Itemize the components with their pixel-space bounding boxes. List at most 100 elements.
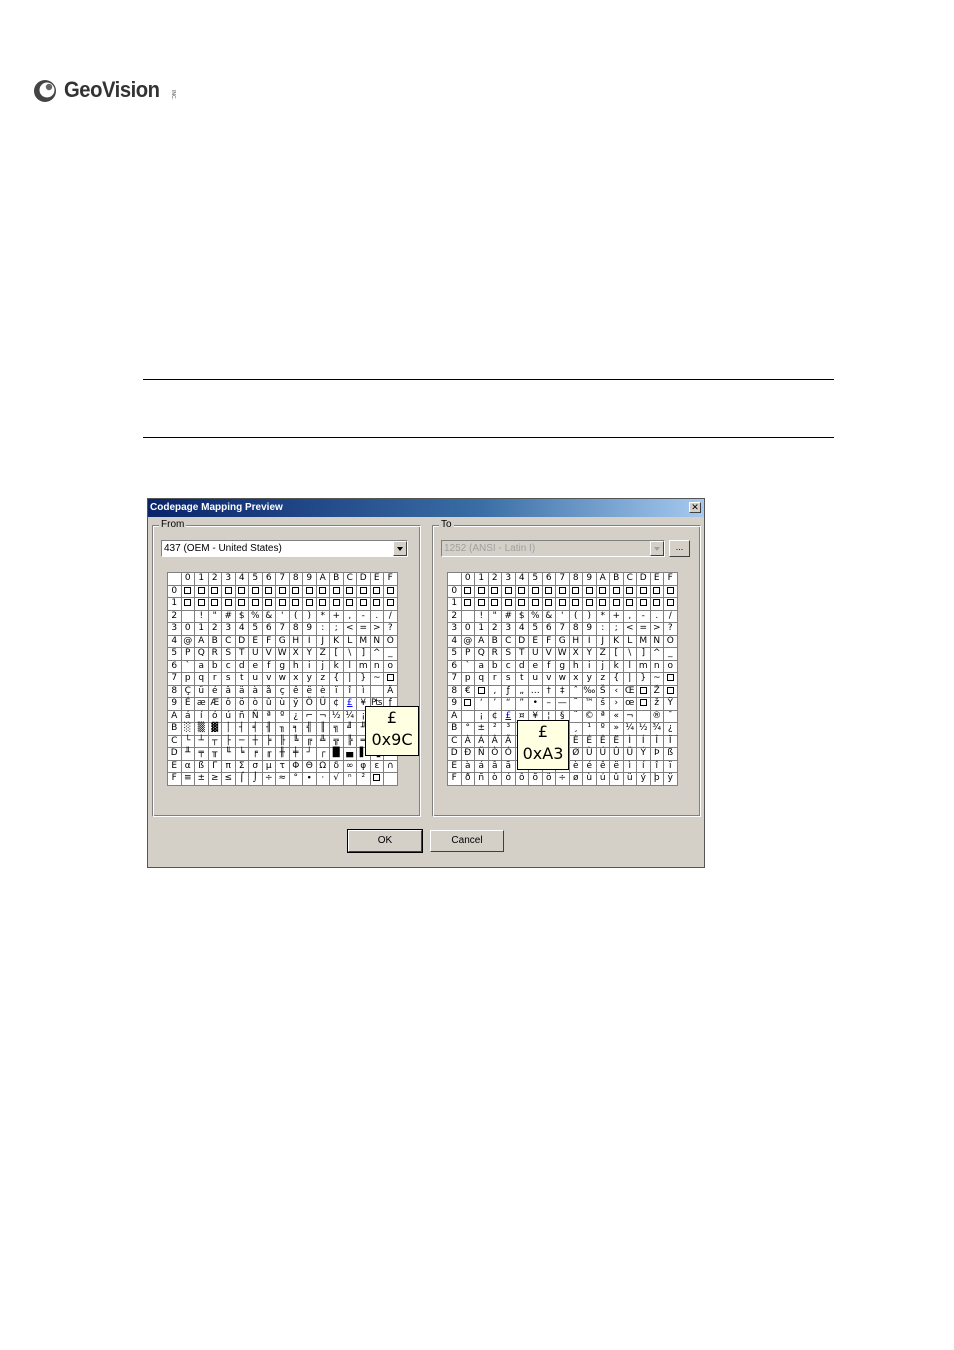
to-char-cell[interactable]: Ñ	[474, 747, 489, 761]
from-char-cell[interactable]: ±	[194, 772, 209, 786]
from-char-cell[interactable]	[342, 597, 357, 611]
from-char-cell[interactable]: [	[329, 647, 344, 661]
from-char-cell[interactable]: 5	[248, 622, 263, 636]
from-char-cell[interactable]: R	[207, 647, 222, 661]
to-char-cell[interactable]: Û	[609, 747, 624, 761]
from-char-cell[interactable]: X	[288, 647, 303, 661]
from-char-cell[interactable]: â	[221, 684, 236, 698]
to-char-cell[interactable]: Y	[582, 647, 597, 661]
to-char-cell[interactable]: ˆ	[568, 684, 583, 698]
to-char-cell[interactable]: Ú	[595, 747, 610, 761]
from-char-cell[interactable]: ┼	[248, 734, 263, 748]
from-char-cell[interactable]: ╕	[288, 722, 303, 736]
from-char-cell[interactable]: .	[369, 609, 384, 623]
to-char-cell[interactable]	[541, 584, 556, 598]
to-char-cell[interactable]: Ê	[595, 734, 610, 748]
from-char-cell[interactable]	[221, 597, 236, 611]
from-char-cell[interactable]: ä	[234, 684, 249, 698]
to-char-cell[interactable]: #	[501, 609, 516, 623]
from-char-cell[interactable]: á	[180, 709, 195, 723]
to-char-cell[interactable]: .	[649, 609, 664, 623]
from-char-cell[interactable]: /	[383, 609, 398, 623]
from-char-cell[interactable]	[342, 584, 357, 598]
from-char-cell[interactable]: ╦	[329, 734, 344, 748]
to-char-cell[interactable]	[663, 684, 678, 698]
from-char-cell[interactable]	[288, 597, 303, 611]
from-char-cell[interactable]: ⌡	[248, 772, 263, 786]
from-char-cell[interactable]: î	[342, 684, 357, 698]
to-char-cell[interactable]: %	[528, 609, 543, 623]
from-char-cell[interactable]: $	[234, 609, 249, 623]
to-char-cell[interactable]: ¡	[474, 709, 489, 723]
from-char-cell[interactable]: =	[356, 622, 371, 636]
to-char-cell[interactable]: x	[568, 672, 583, 686]
from-char-cell[interactable]: ╗	[329, 722, 344, 736]
to-char-cell[interactable]: “	[501, 697, 516, 711]
to-char-cell[interactable]: €	[460, 684, 475, 698]
to-char-cell[interactable]	[501, 584, 516, 598]
to-char-cell[interactable]: /	[663, 609, 678, 623]
to-char-cell[interactable]: >	[649, 622, 664, 636]
from-char-cell[interactable]: φ	[356, 759, 371, 773]
to-char-cell[interactable]: ž	[649, 697, 664, 711]
from-char-cell[interactable]: ÿ	[288, 697, 303, 711]
to-char-cell[interactable]: «	[609, 709, 624, 723]
to-codepage-select[interactable]: 1252 (ANSI - Latin I)	[441, 540, 665, 557]
to-char-cell[interactable]: ˜	[568, 697, 583, 711]
to-char-cell[interactable]: ¾	[649, 722, 664, 736]
to-char-cell[interactable]: „	[514, 684, 529, 698]
to-char-cell[interactable]	[636, 697, 651, 711]
from-char-cell[interactable]: x	[288, 672, 303, 686]
to-char-cell[interactable]: ¨	[568, 709, 583, 723]
to-char-cell[interactable]	[663, 672, 678, 686]
from-char-cell[interactable]: ≡	[180, 772, 195, 786]
to-char-cell[interactable]: Ã	[501, 734, 516, 748]
from-char-cell[interactable]	[383, 597, 398, 611]
from-char-cell[interactable]	[383, 584, 398, 598]
to-char-cell[interactable]: P	[460, 647, 475, 661]
to-char-cell[interactable]: Ý	[636, 747, 651, 761]
from-char-cell[interactable]: ╙	[221, 747, 236, 761]
from-char-cell[interactable]: Φ	[288, 759, 303, 773]
to-char-cell[interactable]: -	[636, 609, 651, 623]
from-char-cell[interactable]: ╢	[261, 722, 276, 736]
to-char-cell[interactable]: ­	[636, 709, 651, 723]
from-char-cell[interactable]: f	[261, 659, 276, 673]
from-char-cell[interactable]: ì	[356, 684, 371, 698]
to-char-cell[interactable]: °	[460, 722, 475, 736]
from-char-cell[interactable]: N	[369, 634, 384, 648]
from-char-cell[interactable]: -	[356, 609, 371, 623]
to-char-cell[interactable]: w	[555, 672, 570, 686]
to-char-cell[interactable]	[555, 597, 570, 611]
to-char-cell[interactable]	[609, 584, 624, 598]
to-char-cell[interactable]	[649, 584, 664, 598]
to-char-cell[interactable]	[474, 597, 489, 611]
to-char-cell[interactable]: »	[609, 722, 624, 736]
to-char-cell[interactable]: ö	[541, 772, 556, 786]
from-char-cell[interactable]: !	[194, 609, 209, 623]
to-char-cell[interactable]	[528, 597, 543, 611]
to-char-cell[interactable]	[636, 597, 651, 611]
to-char-cell[interactable]: e	[528, 659, 543, 673]
from-char-cell[interactable]	[221, 584, 236, 598]
to-char-cell[interactable]	[487, 597, 502, 611]
to-char-cell[interactable]: Z	[595, 647, 610, 661]
to-char-cell[interactable]: î	[649, 759, 664, 773]
to-char-cell[interactable]: f	[541, 659, 556, 673]
from-char-cell[interactable]: ╚	[288, 734, 303, 748]
to-char-cell[interactable]: z	[595, 672, 610, 686]
from-char-cell[interactable]: É	[180, 697, 195, 711]
from-char-cell[interactable]: ▒	[194, 722, 209, 736]
to-char-cell[interactable]: D	[514, 634, 529, 648]
from-char-cell[interactable]: è	[315, 684, 330, 698]
from-char-cell[interactable]: ╣	[302, 722, 317, 736]
close-button[interactable]: ✕	[689, 502, 701, 513]
from-char-cell[interactable]: Ω	[315, 759, 330, 773]
from-char-cell[interactable]: ≥	[207, 772, 222, 786]
to-char-cell[interactable]: 2	[487, 622, 502, 636]
from-char-cell[interactable]: Ü	[315, 697, 330, 711]
to-char-cell[interactable]: ‹	[609, 684, 624, 698]
to-char-cell[interactable]: Â	[487, 734, 502, 748]
from-char-cell[interactable]: ╝	[342, 722, 357, 736]
from-char-cell[interactable]: C	[221, 634, 236, 648]
